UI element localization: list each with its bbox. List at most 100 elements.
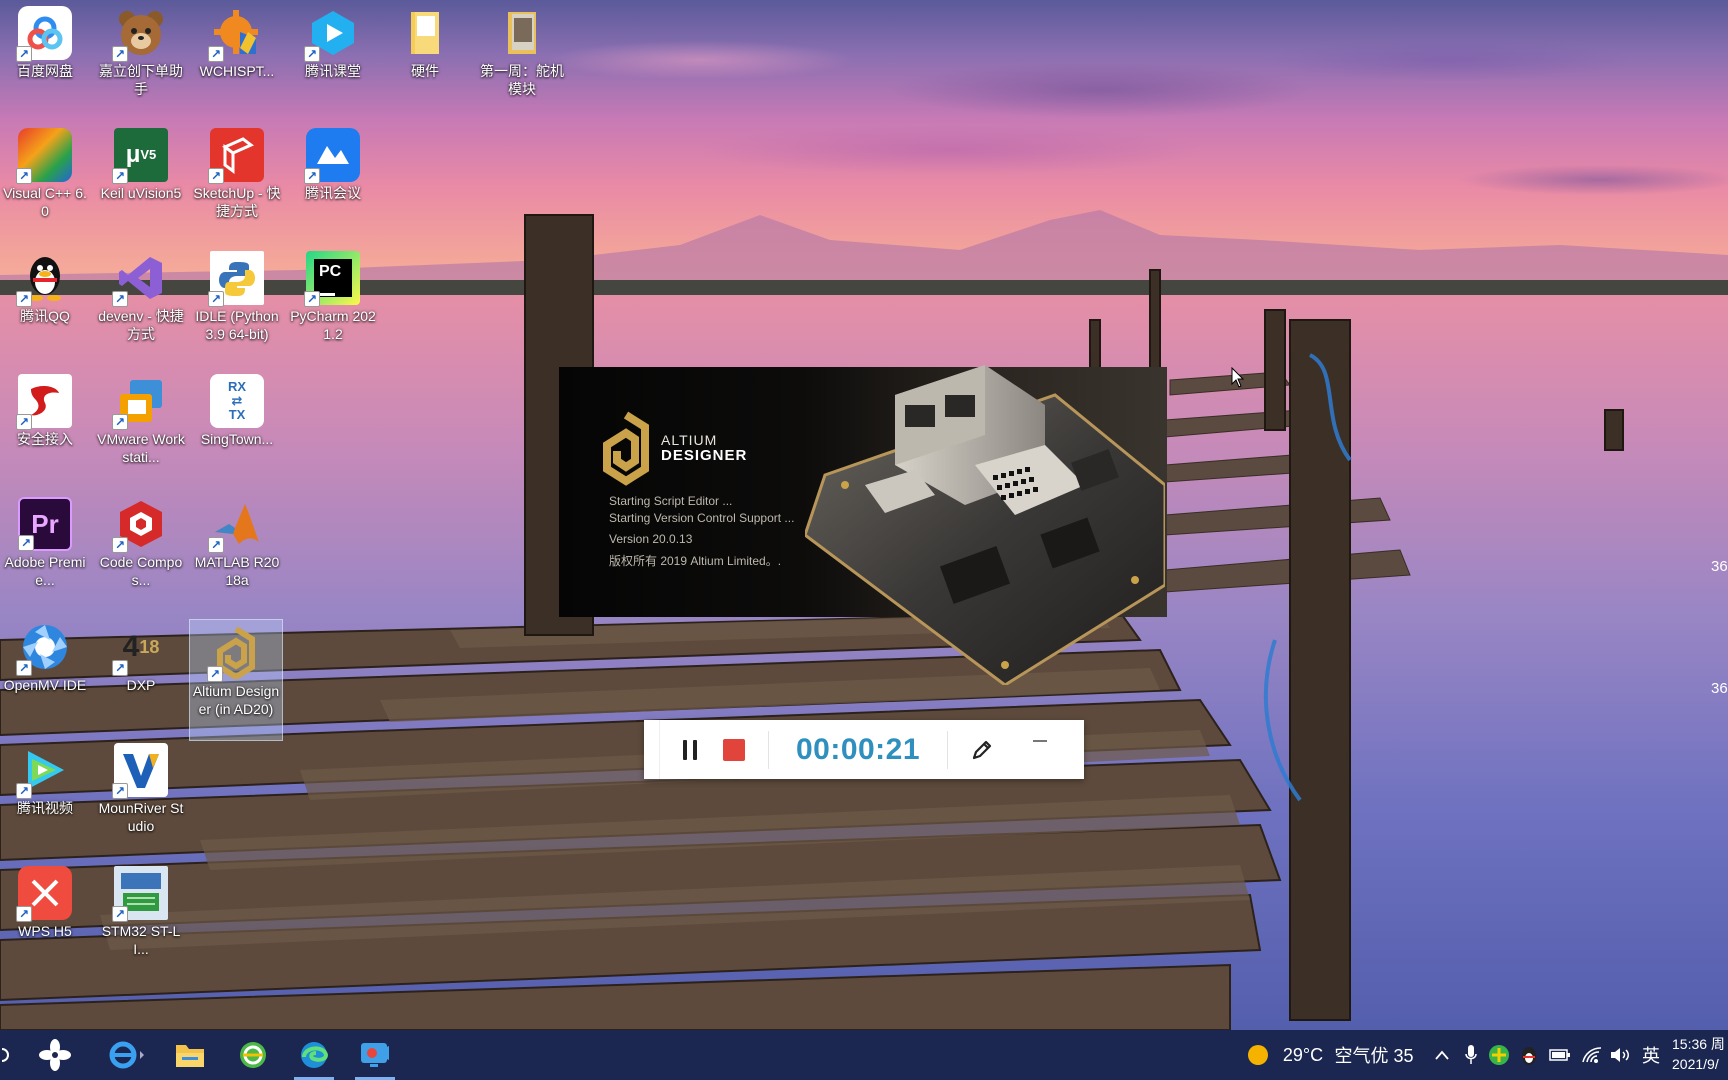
weather-temperature[interactable]: 29°C <box>1278 1030 1328 1080</box>
pause-button[interactable] <box>670 730 710 770</box>
desktop-icon-tencent-video[interactable]: ↗ 腾讯视频 <box>0 737 90 817</box>
weather-air-quality[interactable]: 空气优 35 <box>1330 1030 1418 1080</box>
toolbar-divider <box>768 730 769 769</box>
python-idle-icon: ↗ <box>208 251 264 307</box>
desktop-icon-matlab[interactable]: ↗ MATLAB R2018a <box>192 491 282 589</box>
ie-icon <box>109 1041 144 1069</box>
show-hidden-icons-button[interactable] <box>1428 1030 1456 1080</box>
taskbar-app-ie[interactable] <box>100 1030 156 1080</box>
desktop-icon-label: IDLE (Python 3.9 64-bit) <box>195 308 279 342</box>
splash-circuit-board-image <box>805 365 1165 685</box>
taskbar-app-screen-recorder[interactable] <box>347 1030 403 1080</box>
tray-wifi[interactable] <box>1578 1030 1606 1080</box>
keil-uvision-icon: μ V5 ↗ <box>112 128 168 184</box>
desktop-icon-altium-designer[interactable]: ↗ Altium Designer (in AD20) <box>189 619 283 741</box>
desktop-icon-label: STM32 ST-LI... <box>101 923 181 957</box>
desktop-icon-secure-access[interactable]: ↗ 安全接入 <box>0 368 90 448</box>
taskbar-app-edge[interactable] <box>286 1030 342 1080</box>
search-edge-fragment[interactable] <box>0 1030 14 1080</box>
qq-penguin-icon: ↗ <box>16 251 72 307</box>
taskbar-app-file-explorer[interactable] <box>162 1030 218 1080</box>
desktop-icon-label: SingTown... <box>200 431 274 447</box>
sun-icon <box>1248 1045 1268 1065</box>
speaker-icon <box>1611 1048 1629 1062</box>
desktop-icon-singtown[interactable]: RX ⇄ TX SingTown... <box>192 368 282 448</box>
desktop-icon-label: WPS H5 <box>18 923 72 939</box>
adobe-premiere-icon: Pr ↗ <box>18 497 72 551</box>
desktop-icon-tencent-classroom[interactable]: ↗ 腾讯课堂 <box>288 0 378 80</box>
desktop-icon-openmv[interactable]: ↗ OpenMV IDE <box>0 614 90 694</box>
desktop-icon-adobe-premiere[interactable]: Pr ↗ Adobe Premie... <box>0 491 90 589</box>
desktop-icon-label: MATLAB R2018a <box>194 554 280 588</box>
desktop-icon-label: Keil uVision5 <box>100 185 182 201</box>
desktop-icon-label: 安全接入 <box>17 431 73 447</box>
desktop-icon-week1-folder[interactable]: 第一周：舵机模块 <box>476 0 568 98</box>
annotate-pen-button[interactable] <box>962 730 1002 770</box>
desktop-icon-pycharm[interactable]: PC ↗ PyCharm 2021.2 <box>288 245 378 343</box>
visual-cpp-icon: ↗ <box>16 128 72 184</box>
weather-temp-text: 29°C <box>1282 1044 1324 1065</box>
minimize-button[interactable] <box>1020 730 1060 770</box>
tray-360-security[interactable] <box>1486 1030 1512 1080</box>
microphone-icon <box>1465 1045 1477 1064</box>
desktop-icon-python-idle[interactable]: ↗ IDLE (Python 3.9 64-bit) <box>192 245 282 343</box>
desktop-icon-vmware[interactable]: ↗ VMware Workstati... <box>96 368 186 466</box>
desktop-icon-label: WCHISPT... <box>199 63 275 79</box>
desktop-icon-label: Adobe Premie... <box>4 554 86 588</box>
desktop-icon-visual-cpp[interactable]: ↗ Visual C++ 6.0 <box>0 122 90 220</box>
altium-logo-text: ALTIUM DESIGNER <box>661 432 747 464</box>
pen-icon <box>972 740 992 759</box>
offscreen-text-fragment: 36 <box>1711 558 1728 575</box>
tray-app[interactable] <box>1516 1030 1542 1080</box>
ime-indicator[interactable]: 英 <box>1636 1030 1666 1080</box>
tray-microphone[interactable] <box>1458 1030 1484 1080</box>
desktop-icon-mounriver[interactable]: ↗ MounRiver Studio <box>96 737 186 835</box>
desktop-icon-label: Code Compos... <box>99 554 183 588</box>
taskbar-clock[interactable]: 15:36 周 2021/9/ <box>1672 1034 1725 1074</box>
clock-date: 2021/9/ <box>1672 1056 1719 1072</box>
desktop-icon-label: 第一周：舵机模块 <box>480 63 564 97</box>
desktop-icon-baidu-netdisk[interactable]: ↗ 百度网盘 <box>0 0 90 80</box>
desktop-icon-devenv[interactable]: ↗ devenv - 快捷方式 <box>96 245 186 343</box>
desktop-icon-keil[interactable]: μ V5 ↗ Keil uVision5 <box>96 122 186 202</box>
chevron-up-icon <box>1435 1050 1449 1060</box>
wifi-icon <box>1582 1047 1602 1063</box>
desktop-icon-label: 腾讯QQ <box>20 308 70 324</box>
desktop-icon-jlc-helper[interactable]: ↗ 嘉立创下单助手 <box>96 0 186 98</box>
desktop-icon-sketchup[interactable]: ↗ SketchUp - 快捷方式 <box>192 122 282 220</box>
minimize-icon <box>1033 739 1047 742</box>
taskbar-app-360-browser[interactable] <box>225 1030 281 1080</box>
dxp-icon: 4 18 ↗ <box>112 620 168 676</box>
brand-bottom: DESIGNER <box>661 447 748 464</box>
desktop-icon-dxp[interactable]: 4 18 ↗ DXP <box>96 614 186 694</box>
mouse-cursor-icon <box>1231 367 1245 388</box>
desktop-icon-stlink[interactable]: ↗ STM32 ST-LI... <box>96 860 186 958</box>
tray-volume[interactable] <box>1606 1030 1634 1080</box>
splash-status-line: Starting Version Control Support ... <box>609 511 795 525</box>
desktop-icon-label: 百度网盘 <box>17 63 73 79</box>
offscreen-text-fragment: 36 <box>1711 680 1728 697</box>
secure-access-icon: ↗ <box>16 374 72 430</box>
desktop-icon-qq[interactable]: ↗ 腾讯QQ <box>0 245 90 325</box>
splash-version: Version 20.0.13 <box>609 532 693 546</box>
desktop-icon-wchisptool[interactable]: ↗ WCHISPT... <box>192 0 282 80</box>
start-button[interactable] <box>30 1030 80 1080</box>
sketchup-icon: ↗ <box>208 128 264 184</box>
weather-widget-icon[interactable] <box>1240 1030 1276 1080</box>
ime-mode-text: 英 <box>1642 1046 1660 1066</box>
clock-time: 15:36 周 <box>1672 1036 1725 1052</box>
desktop-icon-hardware-folder[interactable]: 硬件 <box>380 0 470 80</box>
screen-recorder-icon <box>361 1043 389 1067</box>
desktop-icon-code-composer[interactable]: ↗ Code Compos... <box>96 491 186 589</box>
desktop-icon-label: DXP <box>126 677 156 693</box>
desktop-icon-tencent-meeting[interactable]: ↗ 腾讯会议 <box>288 122 378 202</box>
battery-icon <box>1549 1049 1570 1061</box>
tray-battery[interactable] <box>1546 1030 1574 1080</box>
desktop-icon-wps-h5[interactable]: ↗ WPS H5 <box>0 860 90 940</box>
stop-icon <box>723 738 745 761</box>
drag-handle[interactable] <box>644 720 660 779</box>
stop-button[interactable] <box>714 730 754 770</box>
desktop-icon-label: OpenMV IDE <box>3 677 87 693</box>
pause-icon-bar <box>693 739 697 760</box>
desktop-icon-label: devenv - 快捷方式 <box>98 308 184 342</box>
